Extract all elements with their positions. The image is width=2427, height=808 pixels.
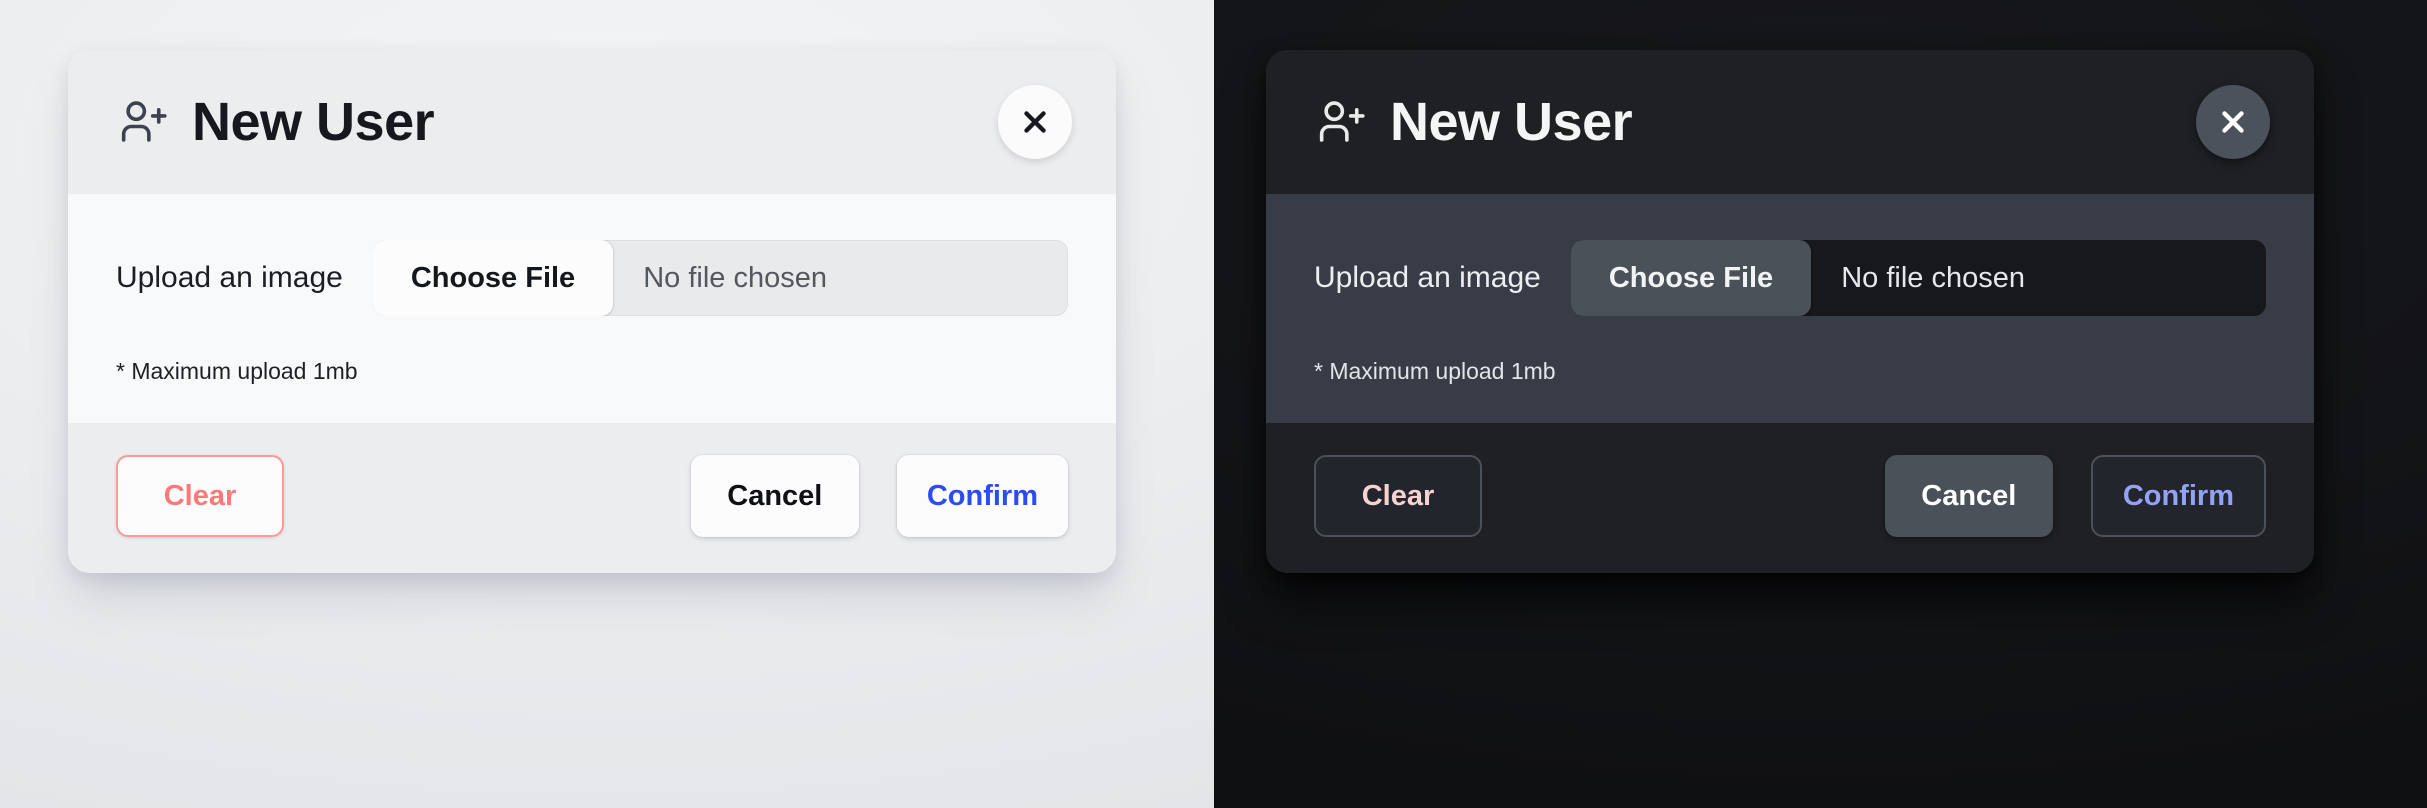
page-title: New User [192, 92, 435, 152]
file-input[interactable]: Choose File No file chosen [1570, 240, 2266, 316]
user-plus-icon [116, 95, 170, 149]
close-icon [2216, 105, 2250, 139]
new-user-modal-light: New User Upload an image Choose File No … [68, 50, 1116, 573]
theme-comparison-stage: New User Upload an image Choose File No … [0, 0, 2427, 808]
close-button[interactable] [2196, 85, 2270, 159]
modal-title-group: New User [1314, 92, 1633, 152]
upload-field-label: Upload an image [1314, 261, 1541, 294]
upload-hint-text: * Maximum upload 1mb [116, 358, 358, 384]
modal-footer: Clear Cancel Confirm [68, 423, 1116, 573]
modal-title-group: New User [116, 92, 435, 152]
new-user-modal-dark: New User Upload an image Choose File No … [1266, 50, 2314, 573]
upload-field-row: Upload an image Choose File No file chos… [1314, 240, 2266, 316]
light-theme-panel: New User Upload an image Choose File No … [0, 0, 1214, 808]
file-name-display: No file chosen [643, 261, 827, 294]
choose-file-button[interactable]: Choose File [1570, 240, 1812, 316]
file-input[interactable]: Choose File No file chosen [372, 240, 1068, 316]
file-name-display: No file chosen [1841, 261, 2025, 294]
close-icon [1018, 105, 1052, 139]
dark-theme-panel: New User Upload an image Choose File No … [1214, 0, 2427, 808]
modal-body: Upload an image Choose File No file chos… [1266, 194, 2314, 423]
modal-header: New User [68, 50, 1116, 194]
close-button[interactable] [998, 85, 1072, 159]
page-title: New User [1390, 92, 1633, 152]
clear-button[interactable]: Clear [1314, 455, 1482, 537]
clear-button[interactable]: Clear [116, 455, 284, 537]
cancel-button[interactable]: Cancel [1884, 455, 2053, 537]
upload-field-label: Upload an image [116, 261, 343, 294]
modal-body: Upload an image Choose File No file chos… [68, 194, 1116, 423]
user-plus-icon [1314, 95, 1368, 149]
confirm-button[interactable]: Confirm [896, 455, 1068, 537]
upload-field-row: Upload an image Choose File No file chos… [116, 240, 1068, 316]
cancel-button[interactable]: Cancel [690, 455, 859, 537]
modal-header: New User [1266, 50, 2314, 194]
modal-footer: Clear Cancel Confirm [1266, 423, 2314, 573]
confirm-button[interactable]: Confirm [2090, 455, 2266, 537]
choose-file-button[interactable]: Choose File [372, 240, 614, 316]
upload-hint-text: * Maximum upload 1mb [1314, 358, 1556, 384]
